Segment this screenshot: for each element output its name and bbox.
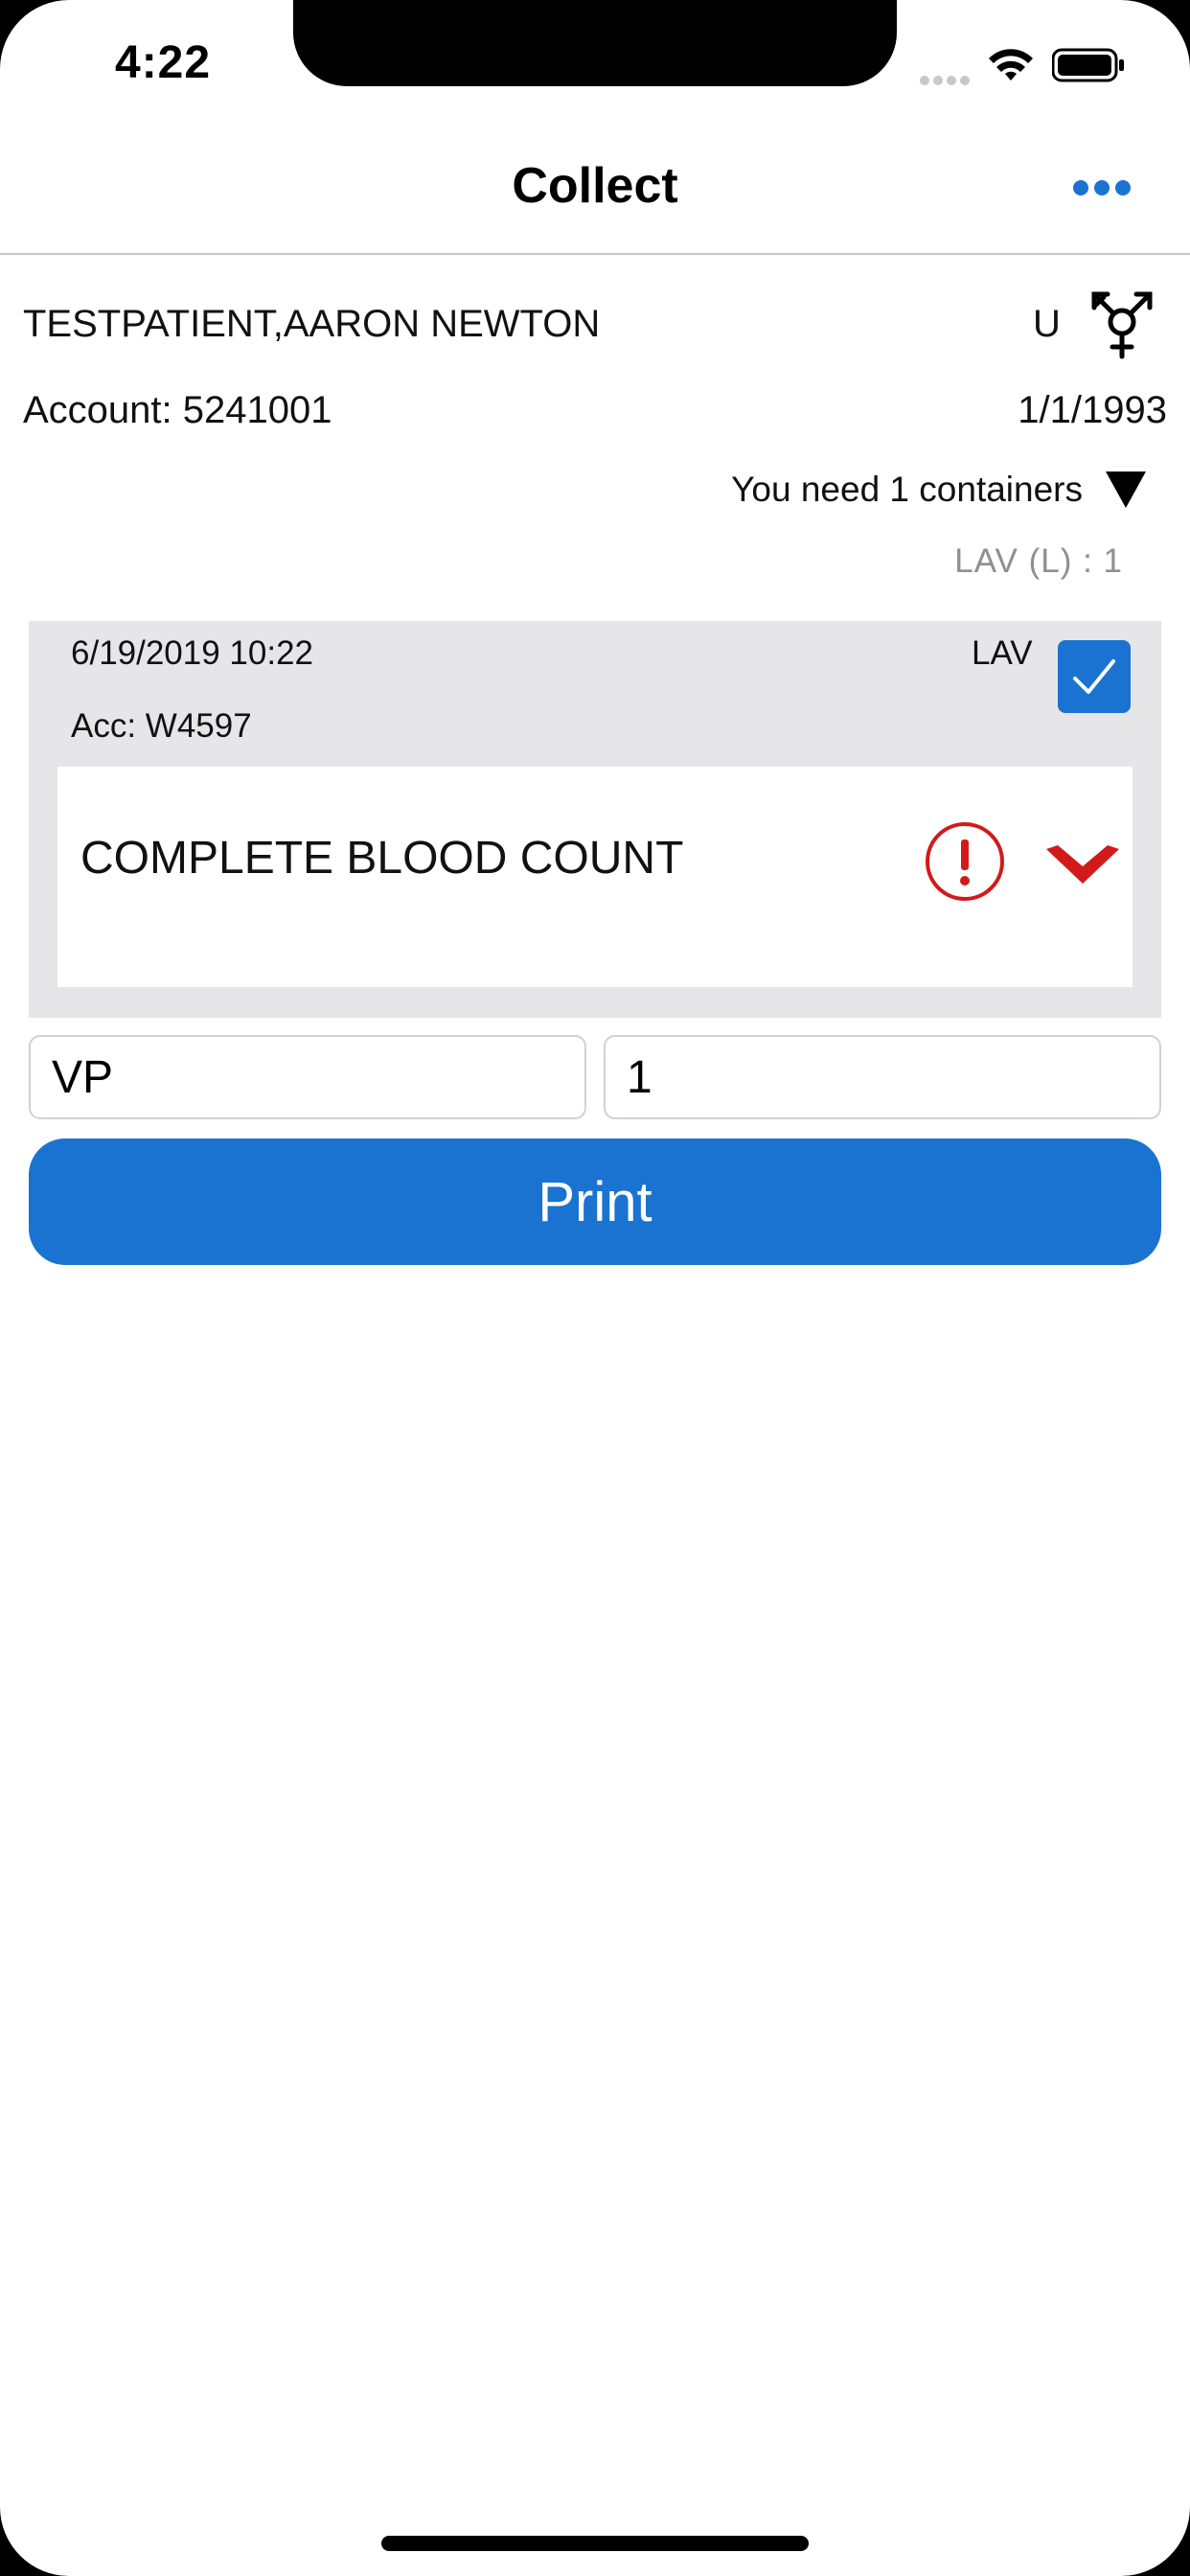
signal-icon — [920, 73, 977, 85]
page-title: Collect — [512, 158, 678, 214]
navigation-bar: Collect — [0, 144, 1190, 255]
containers-needed-text: You need 1 containers — [731, 470, 1083, 509]
test-row[interactable]: COMPLETE BLOOD COUNT — [57, 767, 1133, 987]
collector-initials-input[interactable] — [29, 1035, 586, 1119]
status-time: 4:22 — [115, 37, 212, 88]
order-accession: Acc: W4597 — [71, 707, 252, 745]
patient-name: TESTPATIENT,AARON NEWTON — [23, 303, 601, 345]
checkmark-icon — [1073, 659, 1115, 694]
triangle-down-icon[interactable] — [1104, 470, 1148, 510]
ellipsis-icon[interactable] — [1071, 176, 1133, 199]
app-screen: 4:22 Collect TESTPATIENT,AARON NEWTON U — [0, 0, 1190, 2576]
order-datetime: 6/19/2019 10:22 — [71, 634, 314, 672]
container-summary: LAV (L) : 1 — [954, 542, 1123, 580]
chevron-down-icon[interactable] — [1044, 843, 1121, 886]
warning-circle-icon[interactable] — [924, 820, 1006, 903]
transgender-symbol-icon — [1091, 291, 1153, 359]
device-notch — [293, 0, 897, 86]
wifi-icon — [989, 49, 1033, 80]
account-number: Account: 5241001 — [23, 389, 332, 431]
battery-icon — [1052, 48, 1124, 82]
container-type-label: LAV — [972, 634, 1033, 672]
home-indicator[interactable] — [381, 2536, 809, 2551]
collect-checkbox[interactable] — [1058, 640, 1131, 713]
quantity-input[interactable] — [604, 1035, 1161, 1119]
test-name: COMPLETE BLOOD COUNT — [80, 833, 684, 884]
order-card: 6/19/2019 10:22 Acc: W4597 LAV COMPLETE … — [29, 621, 1161, 1018]
date-of-birth: 1/1/1993 — [1018, 389, 1167, 431]
patient-gender: U — [1033, 303, 1061, 345]
print-button[interactable]: Print — [29, 1138, 1161, 1265]
